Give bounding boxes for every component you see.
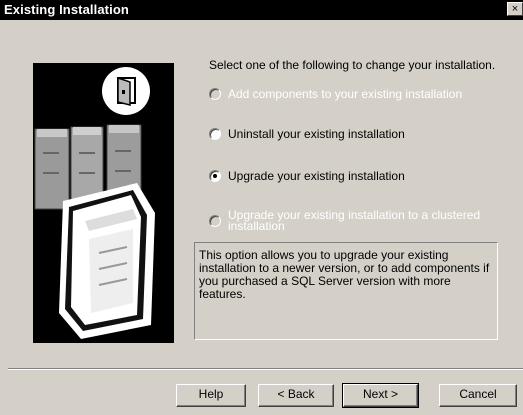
option-uninstall-label: Uninstall your existing installation (228, 127, 405, 141)
option-upgrade-clustered-line2: installation (228, 219, 285, 233)
radio-upgrade[interactable] (209, 170, 221, 182)
description-line-3: you purchased a SQL Server version with … (199, 274, 451, 301)
option-upgrade-clustered-label: Upgrade your existing installation to a … (228, 209, 480, 233)
radio-upgrade-clustered[interactable] (209, 215, 221, 227)
radio-uninstall[interactable] (209, 128, 221, 140)
help-button[interactable]: Help (176, 384, 246, 407)
server-stack-illustration (33, 63, 174, 343)
existing-installation-window: Existing Installation × Select one of th… (0, 0, 523, 415)
radio-add-components[interactable] (209, 88, 221, 100)
title-bar: Existing Installation × (0, 0, 523, 20)
document-icon (102, 67, 150, 115)
window-title: Existing Installation (4, 2, 129, 17)
instruction-text: Select one of the following to change yo… (209, 58, 496, 72)
back-button[interactable]: < Back (258, 384, 334, 407)
footer-separator (8, 368, 523, 370)
option-upgrade-label: Upgrade your existing installation (228, 169, 405, 183)
description-box: This option allows you to upgrade your e… (194, 242, 498, 340)
close-button[interactable]: × (507, 2, 523, 16)
next-button[interactable]: Next > (342, 383, 419, 408)
front-server (59, 183, 155, 339)
option-add-components-label: Add components to your existing installa… (228, 87, 463, 101)
close-icon: × (511, 3, 519, 15)
cancel-button[interactable]: Cancel (439, 384, 517, 407)
